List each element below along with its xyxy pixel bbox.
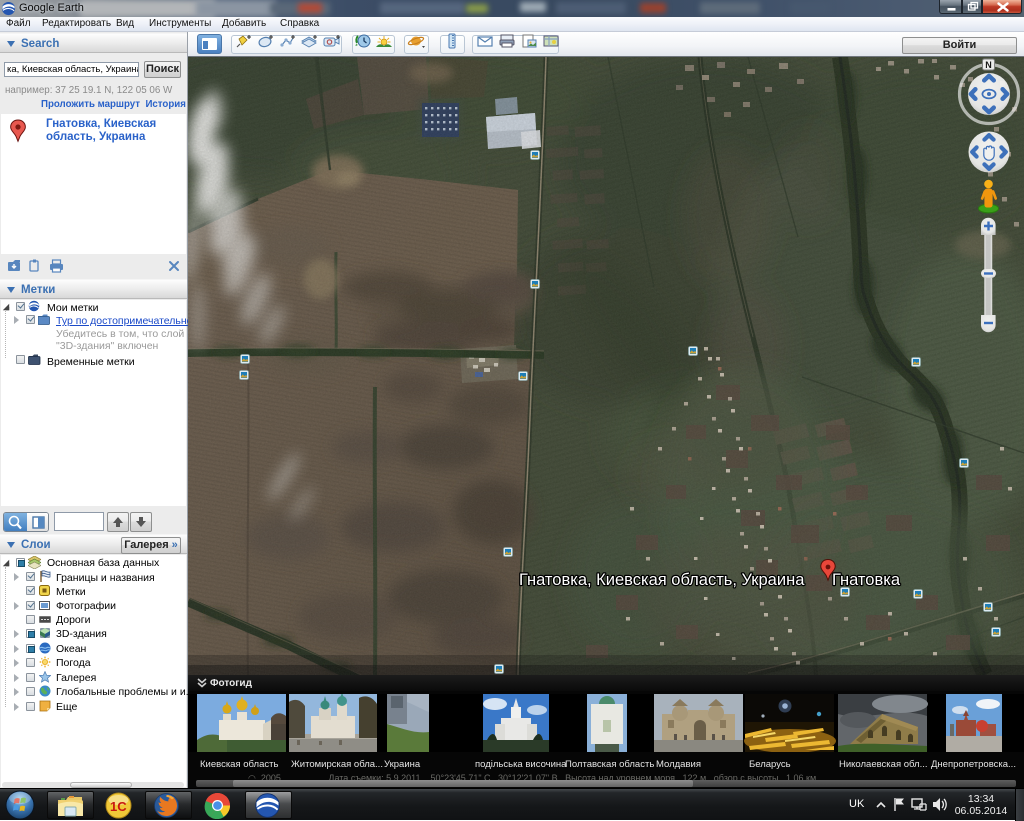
svg-text:1С: 1С: [110, 799, 127, 814]
svg-text:Гнатовка: Гнатовка: [832, 571, 901, 589]
svg-text:Гнатовка, Киевская область, Ук: Гнатовка, Киевская область, Украина: [519, 571, 805, 589]
svg-text:N: N: [985, 60, 992, 70]
